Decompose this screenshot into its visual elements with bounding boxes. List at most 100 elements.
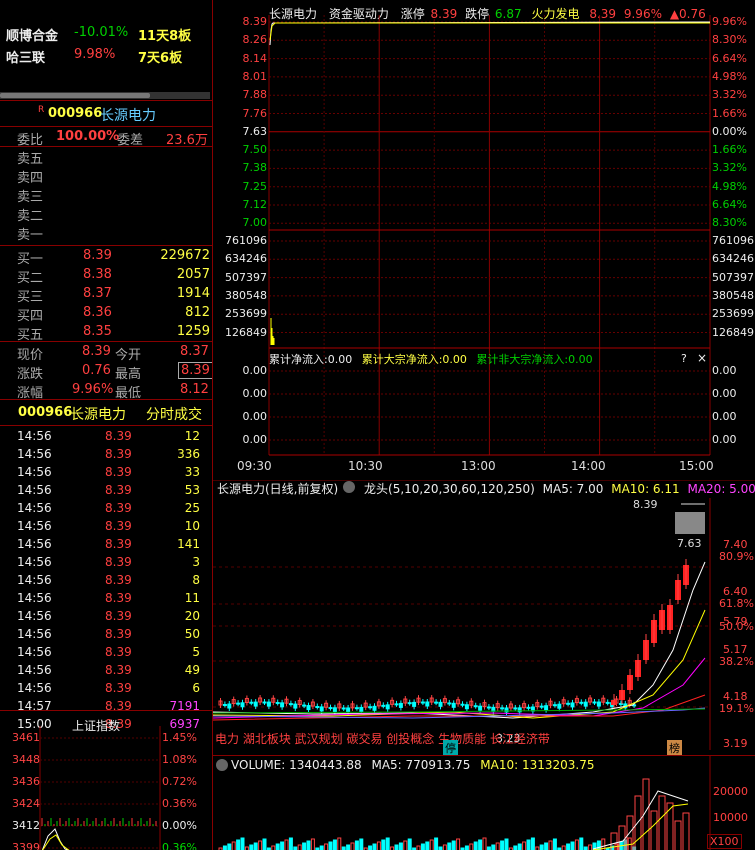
buy-price: 8.39 [83,248,112,263]
horizontal-scrollbar[interactable] [0,92,210,99]
scrollbar-thumb[interactable] [0,93,150,98]
list-item[interactable]: 哈三联 9.98% 7天6板 [6,47,212,69]
tick-price: 8.39 [105,627,132,641]
zuidi-label: 最低 [115,386,142,401]
tick-time: 14:56 [17,501,52,515]
fib-label: 50.0% [719,620,754,633]
volume-bar [284,839,289,850]
index-line [41,828,69,850]
buy-row[interactable]: 买三 8.37 1914 [0,286,212,305]
tick-price: 8.39 [105,537,132,551]
buy-price: 8.37 [83,286,112,301]
flow-total: 累计净流入:0.00 [269,353,353,366]
volume-bar [442,844,447,850]
right-panel: 长源电力 资金驱动力 涨停 8.39 跌停 6.87 火力发电 8.39 9.9… [212,0,755,850]
tick-volume: 11 [184,591,200,605]
tick-time: 14:56 [17,465,52,479]
buy-label: 买一 [17,252,44,267]
table-row: 14:56 8.39 50 [0,626,212,644]
buy-label: 买五 [17,328,44,343]
rz-marker: R [38,105,45,115]
tick-time: 14:56 [17,519,52,533]
tick-time: 14:56 [17,627,52,641]
list-item[interactable]: 顺博合金 -10.01% 11天8板 [6,25,212,47]
buy-row[interactable]: 买五 8.35 1259 [0,324,212,343]
buy-label: 买二 [17,271,44,286]
volume-bar [495,842,500,850]
volume-bar [253,842,258,850]
help-icon[interactable]: ? [681,352,687,365]
volume-bar [447,842,452,850]
tick-price: 8.39 [105,465,132,479]
tick-time: 14:56 [17,483,52,497]
volume-bar [372,843,377,850]
volume-bar [381,839,386,850]
volume-bar [522,841,527,850]
volume-bar [337,837,342,850]
volume-bar [222,845,227,850]
volume-bar [368,845,373,850]
flow-axis-label: 0.00 [242,410,268,423]
volume-bar [240,837,245,850]
stock-boards: 7天6板 [138,51,183,66]
kline-chart[interactable]: 8.397.633.23 [213,480,755,750]
price-line [269,21,711,46]
time-axis-label: 10:30 [348,459,383,473]
volume-bar [258,840,263,850]
zhangdie-label: 涨跌 [17,367,44,382]
tick-time: 14:56 [17,573,52,587]
volume-bar [491,844,496,850]
sell-row: 卖五 [0,148,212,167]
flow-axis-label: 0.00 [712,364,737,377]
stock-name: 哈三联 [6,51,46,66]
stock-boards: 11天8板 [138,29,192,44]
index-mini-svg [39,726,161,850]
volume-bar [354,840,359,850]
volume-bar [398,842,403,850]
tick-time: 14:56 [17,591,52,605]
ticks-list[interactable]: 14:56 8.39 12 14:56 8.39 336 14:56 8.39 33… [0,428,212,731]
buy-row[interactable]: 买一 8.39 229672 [0,248,212,267]
concept-tags[interactable]: 电力 湖北板块 武汉规划 碳交易 创投概念 生物质能 长江经济带 [215,730,550,747]
volume-bar [526,839,531,850]
billboard-badge[interactable]: 榜 [667,740,682,756]
volume-bar [407,838,412,850]
sell-label: 卖四 [17,171,44,186]
table-row: 14:56 8.39 53 [0,482,212,500]
volume-bar [469,843,474,850]
volume-bar [478,839,483,850]
xianjia-value: 8.39 [82,344,111,359]
hi-label: 8.39 [633,498,658,511]
stock-header: R 000966 长源电力 [0,100,212,126]
buy-row[interactable]: 买二 8.38 2057 [0,267,212,286]
index-mini-chart[interactable]: 上证指数 3461 3448 3436 3424 3412 3399 1.45% 1.08%… [0,710,212,850]
ma5-line [213,561,706,719]
volume-bar [561,845,566,850]
tick-volume: 3 [192,555,200,569]
table-row: 14:56 8.39 6 [0,680,212,698]
buy-volume: 1259 [176,324,210,339]
ticks-title: 分时成交 [146,407,202,423]
close-icon[interactable]: × [697,351,707,365]
sell-orders: 卖五 卖四 卖三 卖二 卖一 [0,147,212,246]
buy-row[interactable]: 买四 8.36 812 [0,305,212,324]
volume-bar [420,843,425,850]
tick-price: 8.39 [105,501,132,515]
buy-price: 8.36 [83,305,112,320]
tick-volume: 50 [184,627,200,641]
intraday-chart[interactable] [213,0,755,470]
suspend-badge[interactable]: 停 [443,740,458,756]
volume-bar [464,845,469,850]
kline-axis-label: 3.19 [723,737,748,750]
tick-volume: 12 [184,429,200,443]
volume-bar [271,845,276,850]
volume-chart[interactable] [213,756,755,850]
volume-bar [262,838,267,850]
stock-pct: -10.01% [74,25,129,40]
volume-bar [566,843,571,850]
volume-bar [328,841,333,850]
time-axis-label: 15:00 [679,459,714,473]
volume-bar [456,838,461,850]
stock-name: 长源电力 [100,108,156,124]
volume-bar [376,841,381,850]
